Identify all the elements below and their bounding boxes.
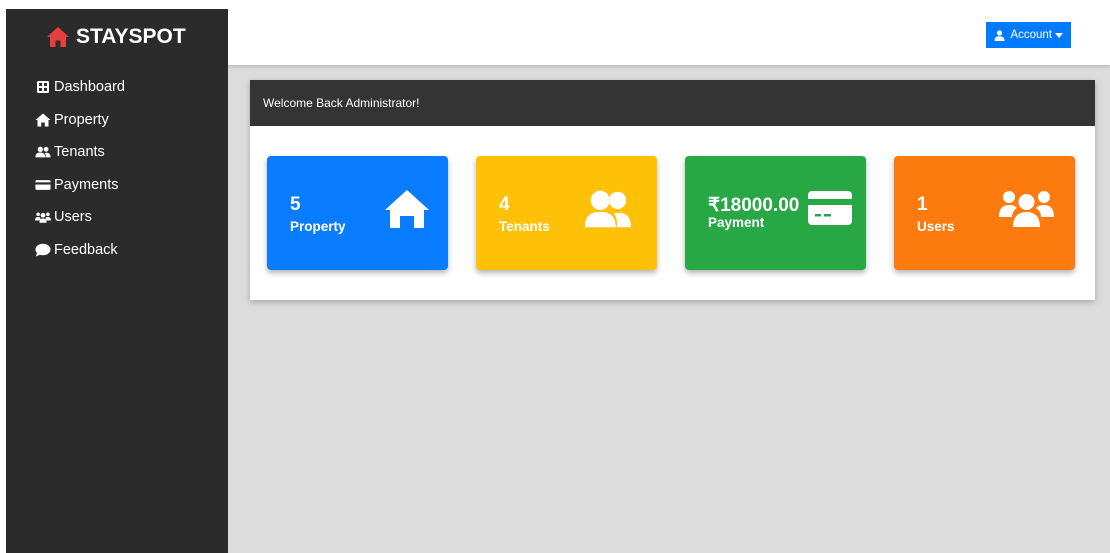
- users-group-icon: [35, 210, 51, 224]
- stat-label: Tenants: [499, 219, 550, 234]
- stat-label: Users: [917, 219, 955, 234]
- sidebar-item-label: Tenants: [54, 144, 105, 161]
- home-icon: [384, 189, 430, 229]
- sidebar-item-label: Feedback: [54, 241, 118, 258]
- sidebar-item-property[interactable]: Property: [35, 104, 228, 137]
- sidebar-item-label: Payments: [54, 176, 119, 193]
- user-icon: [994, 29, 1005, 41]
- brand-name: STAYSPOT: [76, 25, 186, 48]
- stat-value: 4: [499, 194, 510, 215]
- stat-label: Property: [290, 219, 346, 234]
- sidebar: STAYSPOT Dashboard Property Tenants Paym…: [6, 9, 228, 553]
- dashboard-icon: [35, 80, 51, 94]
- sidebar-item-label: Dashboard: [54, 79, 125, 96]
- account-button[interactable]: Account: [986, 22, 1071, 48]
- sidebar-item-dashboard[interactable]: Dashboard: [35, 71, 228, 104]
- sidebar-item-users[interactable]: Users: [35, 201, 228, 234]
- stat-card-users[interactable]: 1 Users: [894, 156, 1075, 270]
- account-label: Account: [1010, 29, 1052, 41]
- stat-value: ₹18000.00: [708, 195, 800, 216]
- home-icon: [46, 26, 70, 48]
- sidebar-item-label: Users: [54, 209, 92, 226]
- stat-value: 1: [917, 194, 928, 215]
- stat-card-property[interactable]: 5 Property: [267, 156, 448, 270]
- stat-label: Payment: [708, 215, 765, 230]
- sidebar-item-payments[interactable]: Payments: [35, 169, 228, 202]
- home-icon: [35, 113, 51, 127]
- sidebar-nav: Dashboard Property Tenants Payments User…: [6, 71, 228, 266]
- topbar: Account: [228, 9, 1110, 65]
- welcome-title: Welcome Back Administrator!: [263, 96, 420, 110]
- user-pair-icon: [35, 145, 51, 159]
- caret-down-icon: [1055, 32, 1063, 38]
- sidebar-item-feedback[interactable]: Feedback: [35, 234, 228, 267]
- stat-value: 5: [290, 194, 301, 215]
- main-content: Welcome Back Administrator! 5 Property 4…: [228, 65, 1110, 553]
- credit-card-icon: [807, 189, 853, 227]
- stat-card-payment[interactable]: ₹18000.00 Payment: [685, 156, 866, 270]
- dashboard-card: Welcome Back Administrator! 5 Property 4…: [250, 80, 1095, 300]
- users-group-icon: [999, 189, 1054, 229]
- stat-card-tenants[interactable]: 4 Tenants: [476, 156, 657, 270]
- card-header: Welcome Back Administrator!: [250, 80, 1095, 126]
- sidebar-item-tenants[interactable]: Tenants: [35, 136, 228, 169]
- credit-card-icon: [35, 178, 51, 192]
- sidebar-item-label: Property: [54, 111, 109, 128]
- brand[interactable]: STAYSPOT: [6, 9, 228, 65]
- user-pair-icon: [585, 189, 631, 229]
- comment-icon: [35, 243, 51, 257]
